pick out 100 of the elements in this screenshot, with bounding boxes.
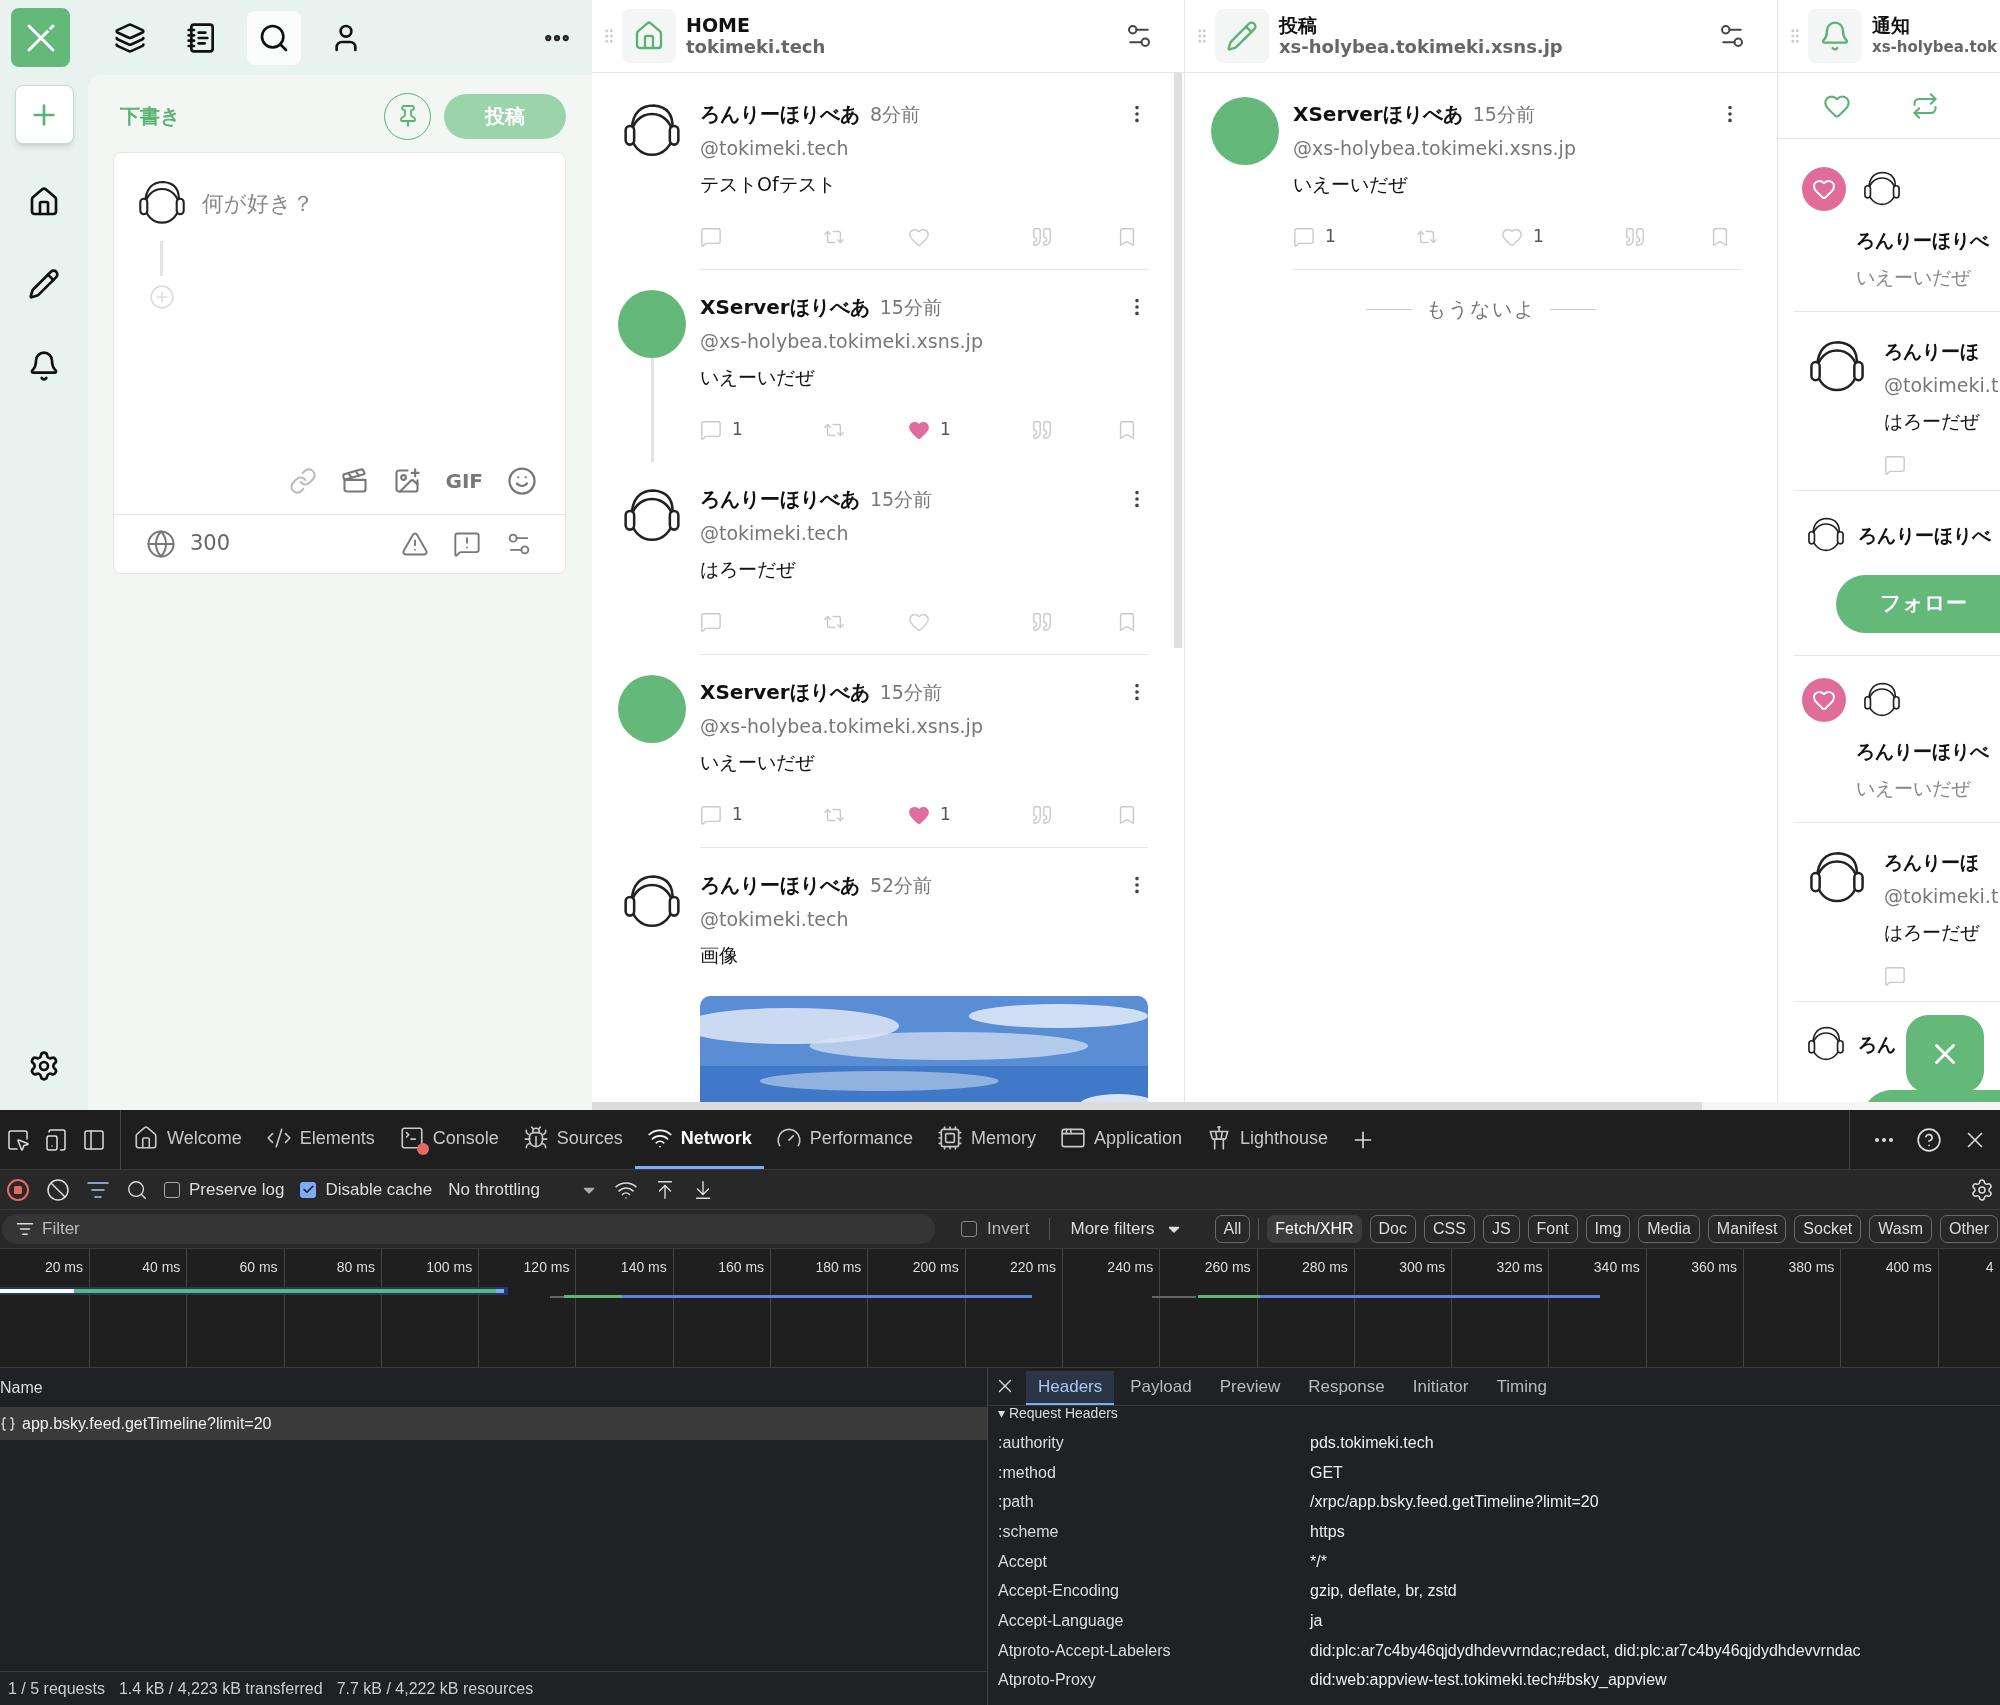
new-post-button[interactable] (14, 85, 74, 144)
image-add-icon[interactable] (393, 467, 422, 495)
author-name[interactable]: XServerほりべあ (700, 292, 870, 322)
device-icon[interactable] (44, 1127, 68, 1152)
bell-icon (1819, 20, 1851, 52)
panel-tab[interactable]: Welcome (121, 1110, 254, 1169)
braces-icon (0, 1416, 16, 1432)
panel-icon[interactable] (82, 1127, 106, 1152)
bell-icon[interactable] (28, 350, 60, 382)
author-name[interactable]: ろん (1858, 1029, 1896, 1059)
detail-tab[interactable]: Headers (1026, 1371, 1115, 1405)
clear-icon[interactable] (46, 1177, 70, 1202)
section-title[interactable]: ▾ Request Headers (988, 1406, 2000, 1420)
column-subtitle: xs-holybea.tokimeki.xsns.jp (1279, 36, 1563, 58)
type-filter-chip[interactable]: Fetch/XHR (1267, 1215, 1362, 1243)
detail-tab[interactable]: Timing (1484, 1371, 1559, 1405)
author-name[interactable]: ろんりーほりべ (1858, 520, 1991, 550)
comment-warning-icon[interactable] (453, 530, 481, 558)
emoji-icon[interactable] (507, 466, 537, 496)
type-filter-chip[interactable]: Other (1940, 1215, 1998, 1243)
post-text: 画像 (700, 943, 739, 968)
author-name[interactable]: XServerほりべあ (1293, 99, 1463, 129)
inspect-icon[interactable] (6, 1127, 30, 1152)
column-header[interactable]: Name (0, 1375, 43, 1400)
detail-tab[interactable]: Preview (1207, 1371, 1293, 1405)
header-value: ja (1310, 1610, 1323, 1631)
author-name[interactable]: ろんりーほりべ (1856, 740, 1989, 762)
author-handle: @xs-holybea.tokimeki.xsns.jp (1293, 136, 1577, 161)
more-filters-dropdown[interactable]: More filters (1070, 1216, 1155, 1242)
panel-tab[interactable]: Sources (510, 1110, 635, 1169)
checkbox-label[interactable]: Disable cache (325, 1176, 433, 1203)
check-icon (301, 1183, 315, 1196)
checkbox[interactable] (960, 1221, 977, 1237)
post-text-field[interactable]: 何が好き？ (202, 186, 545, 220)
type-filter-chip[interactable]: Doc (1369, 1215, 1416, 1243)
detail-tab[interactable]: Initiator (1400, 1371, 1481, 1405)
column-subtitle: tokimeki.tech (686, 36, 826, 58)
search-icon[interactable] (126, 1178, 148, 1201)
home-icon (133, 1125, 159, 1151)
logo-icon[interactable] (11, 8, 70, 67)
settings-icon[interactable] (28, 1050, 60, 1082)
panel-tab[interactable]: Memory (924, 1110, 1048, 1169)
record-icon[interactable] (6, 1177, 30, 1202)
repost-icon[interactable] (1911, 91, 1939, 120)
globe-icon[interactable] (146, 529, 176, 559)
heart-icon[interactable] (908, 804, 930, 826)
checkbox[interactable] (300, 1181, 317, 1198)
author-name[interactable]: ろんりーほ (1884, 340, 1979, 362)
type-filter-chip[interactable]: Socket (1794, 1215, 1862, 1243)
timeline-tick-label: 20 ms (44, 1258, 83, 1275)
post-text: はろーだぜ (700, 557, 797, 582)
author-name[interactable]: ろんりーほりべあ (700, 484, 860, 514)
checkbox-label[interactable]: Preserve log (189, 1176, 285, 1203)
detail-tab[interactable]: Response (1296, 1371, 1397, 1405)
panel-tab[interactable]: Elements (253, 1110, 387, 1169)
throttling-select[interactable]: No throttling (448, 1176, 540, 1203)
settings-icon[interactable] (1970, 1177, 1994, 1202)
panel-tab[interactable]: Performance (763, 1110, 925, 1169)
author-name[interactable]: ろんりーほりべあ (700, 99, 860, 129)
request-row[interactable]: app.bsky.feed.getTimeline?limit=20 (0, 1408, 987, 1440)
post-text: テストOfテスト (700, 172, 837, 197)
clapperboard-icon[interactable] (341, 467, 370, 495)
help-icon[interactable] (1916, 1126, 1942, 1153)
author-name[interactable]: ろんりーほりべ (1856, 229, 1989, 251)
scrollbar[interactable] (592, 1102, 1702, 1110)
status-text: 7.7 kB / 4,222 kB resources (336, 1678, 534, 1699)
scrollbar[interactable] (1174, 73, 1182, 648)
timeline-tick-label: 400 ms (1885, 1258, 1932, 1275)
pencil-icon[interactable] (28, 268, 60, 300)
type-filter-chip[interactable]: CSS (1424, 1215, 1475, 1243)
close-button[interactable] (1906, 1015, 1984, 1093)
type-filter-chip[interactable]: JS (1482, 1215, 1520, 1243)
checkbox[interactable] (164, 1181, 180, 1198)
filter-icon (16, 1220, 34, 1238)
panel-tab[interactable]: Lighthouse (1194, 1110, 1341, 1169)
heart-icon[interactable] (908, 419, 930, 441)
author-name[interactable]: XServerほりべあ (700, 677, 870, 707)
character-count: 300 (190, 530, 231, 558)
timeline-tick-label: 40 ms (142, 1258, 181, 1275)
home-icon[interactable] (28, 186, 60, 218)
type-filter-chip[interactable]: Wasm (1869, 1215, 1932, 1243)
gif-button[interactable]: GIF (445, 466, 483, 496)
panel-tab[interactable]: Console (386, 1110, 511, 1169)
type-filter-chip[interactable]: Img (1585, 1215, 1631, 1243)
panel-tab[interactable]: Application (1047, 1110, 1194, 1169)
detail-tab[interactable]: Payload (1118, 1371, 1204, 1405)
type-filter-chip[interactable]: Font (1527, 1215, 1578, 1243)
checkbox-label[interactable]: Invert (986, 1216, 1030, 1242)
nav-search-button[interactable] (247, 10, 301, 65)
type-filter-chip[interactable]: Manifest (1707, 1215, 1787, 1243)
end-of-feed-text: もうないよ (1426, 296, 1536, 323)
timeline-tick-label: 140 ms (620, 1258, 667, 1275)
type-filter-chip[interactable]: Media (1638, 1215, 1700, 1243)
warning-icon[interactable] (401, 530, 429, 558)
filter-field[interactable]: Filter (2, 1214, 935, 1244)
author-name[interactable]: ろんりーほ (1884, 851, 1979, 873)
column-title: 通知 (1872, 14, 1911, 36)
author-name[interactable]: ろんりーほりべあ (700, 870, 860, 900)
header-value: pds.tokimeki.tech (1310, 1432, 1434, 1453)
type-filter-chip[interactable]: All (1214, 1215, 1251, 1243)
